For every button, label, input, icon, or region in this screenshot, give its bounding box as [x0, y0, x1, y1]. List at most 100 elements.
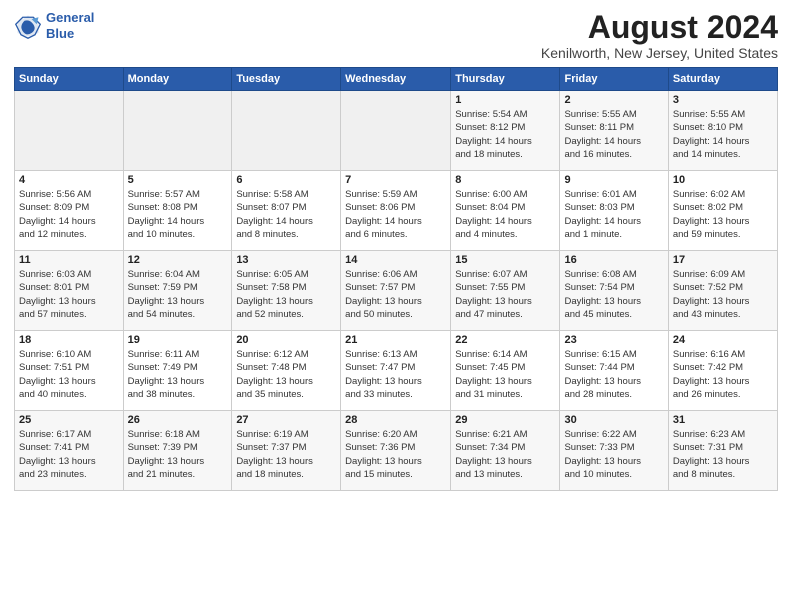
day-info: Sunrise: 5:58 AM Sunset: 8:07 PM Dayligh…	[236, 188, 336, 241]
calendar-cell: 10Sunrise: 6:02 AM Sunset: 8:02 PM Dayli…	[668, 171, 777, 251]
day-info: Sunrise: 6:18 AM Sunset: 7:39 PM Dayligh…	[128, 428, 228, 481]
main-title: August 2024	[541, 10, 778, 45]
calendar-cell: 16 Sunrise: 6:08 AM Sunset: 7:54 PM Dayli…	[560, 251, 668, 331]
calendar-cell: 30 Sunrise: 6:22 AM Sunset: 7:33 PM Dayli…	[560, 411, 668, 491]
day-number: 19	[128, 334, 228, 346]
week-row-1: 1 Sunrise: 5:54 AM Sunset: 8:12 PM Daylig…	[15, 91, 778, 171]
calendar-cell	[232, 91, 341, 171]
weekday-header-sunday: Sunday	[15, 68, 124, 91]
day-info: Sunrise: 6:10 AM Sunset: 7:51 PM Dayligh…	[19, 348, 119, 401]
day-info: Sunrise: 6:16 AM Sunset: 7:42 PM Dayligh…	[673, 348, 773, 401]
weekday-header-tuesday: Tuesday	[232, 68, 341, 91]
week-row-5: 25 Sunrise: 6:17 AM Sunset: 7:41 PM Dayli…	[15, 411, 778, 491]
calendar-cell: 1 Sunrise: 5:54 AM Sunset: 8:12 PM Daylig…	[451, 91, 560, 171]
sub-title: Kenilworth, New Jersey, United States	[541, 45, 778, 61]
day-number: 8	[455, 174, 555, 186]
day-number: 3	[673, 94, 773, 106]
day-number: 1	[455, 94, 555, 106]
day-info: Sunrise: 6:00 AM Sunset: 8:04 PM Dayligh…	[455, 188, 555, 241]
day-number: 18	[19, 334, 119, 346]
day-info: Sunrise: 6:05 AM Sunset: 7:58 PM Dayligh…	[236, 268, 336, 321]
day-number: 12	[128, 254, 228, 266]
day-number: 26	[128, 414, 228, 426]
day-info: Sunrise: 5:54 AM Sunset: 8:12 PM Dayligh…	[455, 108, 555, 161]
calendar-cell: 18 Sunrise: 6:10 AM Sunset: 7:51 PM Dayli…	[15, 331, 124, 411]
weekday-header-monday: Monday	[123, 68, 232, 91]
day-info: Sunrise: 6:07 AM Sunset: 7:55 PM Dayligh…	[455, 268, 555, 321]
calendar-cell: 15Sunrise: 6:07 AM Sunset: 7:55 PM Dayli…	[451, 251, 560, 331]
day-number: 5	[128, 174, 228, 186]
title-block: August 2024 Kenilworth, New Jersey, Unit…	[541, 10, 778, 61]
day-info: Sunrise: 6:19 AM Sunset: 7:37 PM Dayligh…	[236, 428, 336, 481]
day-info: Sunrise: 6:02 AM Sunset: 8:02 PM Dayligh…	[673, 188, 773, 241]
calendar-cell: 17Sunrise: 6:09 AM Sunset: 7:52 PM Dayli…	[668, 251, 777, 331]
day-info: Sunrise: 6:21 AM Sunset: 7:34 PM Dayligh…	[455, 428, 555, 481]
day-number: 9	[564, 174, 663, 186]
week-row-2: 4 Sunrise: 5:56 AM Sunset: 8:09 PM Daylig…	[15, 171, 778, 251]
day-number: 2	[564, 94, 663, 106]
calendar-cell: 8 Sunrise: 6:00 AM Sunset: 8:04 PM Daylig…	[451, 171, 560, 251]
calendar-cell: 19Sunrise: 6:11 AM Sunset: 7:49 PM Dayli…	[123, 331, 232, 411]
day-number: 23	[564, 334, 663, 346]
weekday-header-saturday: Saturday	[668, 68, 777, 91]
day-info: Sunrise: 6:20 AM Sunset: 7:36 PM Dayligh…	[345, 428, 446, 481]
day-info: Sunrise: 6:04 AM Sunset: 7:59 PM Dayligh…	[128, 268, 228, 321]
logo-text: General Blue	[46, 10, 94, 41]
calendar-cell: 20Sunrise: 6:12 AM Sunset: 7:48 PM Dayli…	[232, 331, 341, 411]
day-number: 21	[345, 334, 446, 346]
day-number: 7	[345, 174, 446, 186]
header: General Blue August 2024 Kenilworth, New…	[14, 10, 778, 61]
calendar-cell: 12 Sunrise: 6:04 AM Sunset: 7:59 PM Dayli…	[123, 251, 232, 331]
day-info: Sunrise: 6:22 AM Sunset: 7:33 PM Dayligh…	[564, 428, 663, 481]
logo-icon	[14, 12, 42, 40]
day-number: 29	[455, 414, 555, 426]
day-info: Sunrise: 6:23 AM Sunset: 7:31 PM Dayligh…	[673, 428, 773, 481]
day-info: Sunrise: 6:06 AM Sunset: 7:57 PM Dayligh…	[345, 268, 446, 321]
day-info: Sunrise: 6:12 AM Sunset: 7:48 PM Dayligh…	[236, 348, 336, 401]
calendar-cell: 4 Sunrise: 5:56 AM Sunset: 8:09 PM Daylig…	[15, 171, 124, 251]
day-info: Sunrise: 5:56 AM Sunset: 8:09 PM Dayligh…	[19, 188, 119, 241]
calendar-cell: 3 Sunrise: 5:55 AM Sunset: 8:10 PM Daylig…	[668, 91, 777, 171]
day-number: 13	[236, 254, 336, 266]
day-info: Sunrise: 6:03 AM Sunset: 8:01 PM Dayligh…	[19, 268, 119, 321]
weekday-header-friday: Friday	[560, 68, 668, 91]
day-number: 30	[564, 414, 663, 426]
calendar-cell: 31 Sunrise: 6:23 AM Sunset: 7:31 PM Dayli…	[668, 411, 777, 491]
day-number: 25	[19, 414, 119, 426]
day-number: 16	[564, 254, 663, 266]
day-info: Sunrise: 6:08 AM Sunset: 7:54 PM Dayligh…	[564, 268, 663, 321]
day-info: Sunrise: 5:55 AM Sunset: 8:11 PM Dayligh…	[564, 108, 663, 161]
page: General Blue August 2024 Kenilworth, New…	[0, 0, 792, 612]
day-info: Sunrise: 5:55 AM Sunset: 8:10 PM Dayligh…	[673, 108, 773, 161]
calendar: SundayMondayTuesdayWednesdayThursdayFrid…	[14, 67, 778, 491]
calendar-cell: 5 Sunrise: 5:57 AM Sunset: 8:08 PM Daylig…	[123, 171, 232, 251]
calendar-cell: 29 Sunrise: 6:21 AM Sunset: 7:34 PM Dayli…	[451, 411, 560, 491]
day-number: 11	[19, 254, 119, 266]
logo: General Blue	[14, 10, 94, 41]
calendar-cell: 24Sunrise: 6:16 AM Sunset: 7:42 PM Dayli…	[668, 331, 777, 411]
calendar-cell: 21 Sunrise: 6:13 AM Sunset: 7:47 PM Dayli…	[341, 331, 451, 411]
day-number: 22	[455, 334, 555, 346]
calendar-cell: 28Sunrise: 6:20 AM Sunset: 7:36 PM Dayli…	[341, 411, 451, 491]
day-number: 6	[236, 174, 336, 186]
day-number: 31	[673, 414, 773, 426]
day-number: 17	[673, 254, 773, 266]
day-info: Sunrise: 6:13 AM Sunset: 7:47 PM Dayligh…	[345, 348, 446, 401]
day-info: Sunrise: 6:17 AM Sunset: 7:41 PM Dayligh…	[19, 428, 119, 481]
weekday-header-wednesday: Wednesday	[341, 68, 451, 91]
calendar-cell: 6 Sunrise: 5:58 AM Sunset: 8:07 PM Daylig…	[232, 171, 341, 251]
day-number: 27	[236, 414, 336, 426]
calendar-cell: 2 Sunrise: 5:55 AM Sunset: 8:11 PM Daylig…	[560, 91, 668, 171]
day-number: 14	[345, 254, 446, 266]
day-info: Sunrise: 5:59 AM Sunset: 8:06 PM Dayligh…	[345, 188, 446, 241]
calendar-cell: 13 Sunrise: 6:05 AM Sunset: 7:58 PM Dayli…	[232, 251, 341, 331]
week-row-4: 18 Sunrise: 6:10 AM Sunset: 7:51 PM Dayli…	[15, 331, 778, 411]
calendar-cell	[15, 91, 124, 171]
day-info: Sunrise: 5:57 AM Sunset: 8:08 PM Dayligh…	[128, 188, 228, 241]
calendar-cell: 9Sunrise: 6:01 AM Sunset: 8:03 PM Daylig…	[560, 171, 668, 251]
calendar-cell: 7 Sunrise: 5:59 AM Sunset: 8:06 PM Daylig…	[341, 171, 451, 251]
calendar-cell: 22Sunrise: 6:14 AM Sunset: 7:45 PM Dayli…	[451, 331, 560, 411]
week-row-3: 11 Sunrise: 6:03 AM Sunset: 8:01 PM Dayli…	[15, 251, 778, 331]
day-number: 4	[19, 174, 119, 186]
weekday-header-thursday: Thursday	[451, 68, 560, 91]
